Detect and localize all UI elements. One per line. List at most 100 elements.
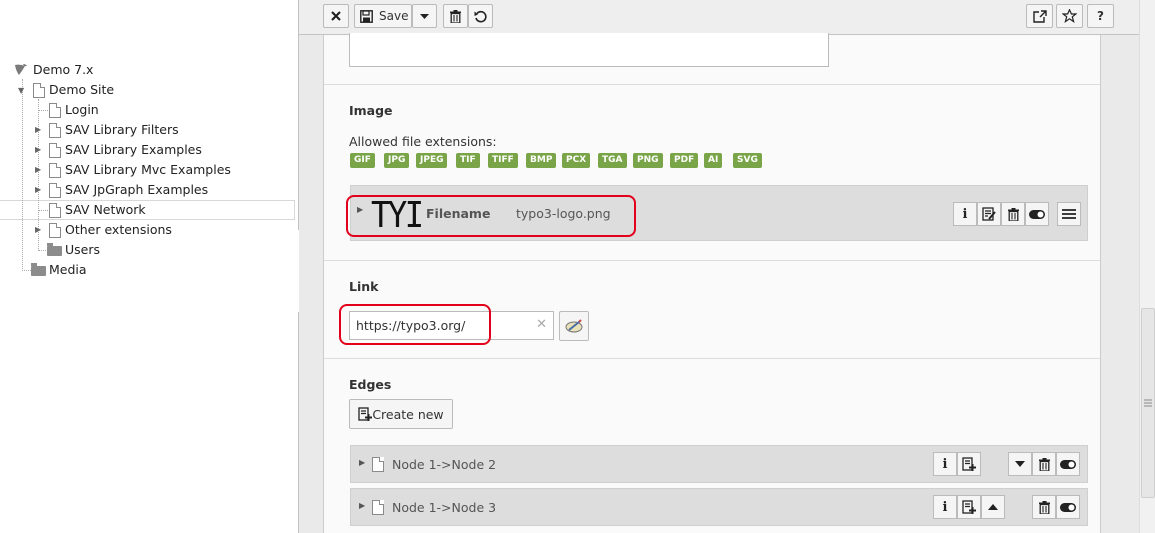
record-icon: [372, 500, 384, 515]
create-new-button[interactable]: Create new: [349, 399, 453, 429]
page-icon: [49, 143, 61, 158]
record-toggle-button[interactable]: [1056, 452, 1080, 476]
tree-item-sav-library-filters[interactable]: ▶ SAV Library Filters: [34, 121, 254, 139]
expand-arrow-icon[interactable]: ▼: [18, 82, 24, 100]
extension-badge: JPG: [384, 153, 410, 168]
arrow-down-icon: [1015, 461, 1025, 467]
tree-root-label: Demo 7.x: [33, 62, 94, 77]
tree-item-label: Login: [65, 102, 99, 117]
highlight-annotation: [346, 195, 636, 237]
page-icon: [49, 203, 61, 218]
extension-badge: TIFF: [488, 153, 518, 168]
tree-item-users[interactable]: Users: [34, 241, 274, 259]
section-divider: [324, 260, 1100, 261]
tree-item-label: Demo Site: [49, 82, 115, 97]
tree-item-sav-jpgraph-examples[interactable]: ▶ SAV JpGraph Examples: [34, 181, 274, 199]
undo-icon: [474, 10, 487, 22]
record-toggle-button[interactable]: [1056, 495, 1080, 519]
tree-item-label: SAV Library Filters: [65, 122, 179, 137]
expand-record-icon[interactable]: ▶: [359, 501, 365, 510]
record-new-after-button[interactable]: [957, 495, 981, 519]
tree-item-login[interactable]: Login: [34, 101, 254, 119]
tree-item-sav-network[interactable]: SAV Network: [34, 201, 274, 219]
collapse-arrow-icon[interactable]: ▶: [35, 181, 41, 199]
drag-handle-icon: [1062, 209, 1076, 219]
tree-item-other-extensions[interactable]: ▶ Other extensions: [34, 221, 274, 239]
tree-item-label: Users: [65, 242, 101, 257]
delete-file-button[interactable]: [1001, 202, 1025, 226]
collapse-arrow-icon[interactable]: ▶: [35, 121, 41, 139]
collapse-arrow-icon[interactable]: ▶: [35, 141, 41, 159]
undo-button[interactable]: [468, 4, 493, 28]
tree-item-sav-library-examples[interactable]: ▶ SAV Library Examples: [34, 141, 254, 159]
tree-item-sav-library-mvc-examples[interactable]: ▶ SAV Library Mvc Examples: [34, 161, 274, 179]
info-icon: i: [962, 206, 968, 222]
record-new-after-button[interactable]: [957, 452, 981, 476]
expand-record-icon[interactable]: ▶: [359, 458, 365, 467]
add-record-icon: [962, 500, 976, 514]
edge-record[interactable]: ▶ Node 1->Node 2 i: [350, 445, 1088, 483]
info-icon: i: [942, 456, 948, 472]
record-delete-button[interactable]: [1032, 495, 1056, 519]
clear-icon[interactable]: ✕: [536, 317, 547, 332]
tree-item-media[interactable]: Media: [18, 261, 258, 279]
page-icon: [49, 103, 61, 118]
extension-badge: BMP: [526, 153, 557, 168]
image-field-label: Image: [349, 103, 393, 118]
record-delete-button[interactable]: [1032, 452, 1056, 476]
floppy-disk-icon: [360, 9, 373, 23]
close-button[interactable]: [323, 4, 349, 28]
extension-badge: TIF: [456, 153, 480, 168]
toggle-visibility-button[interactable]: [1025, 202, 1049, 226]
page-icon: [33, 83, 45, 98]
vertical-scrollbar[interactable]: [1139, 0, 1155, 533]
caret-down-icon: [420, 13, 429, 19]
extension-badge: GIF: [350, 153, 375, 168]
textarea-field[interactable]: [349, 33, 829, 67]
external-link-icon: [1032, 9, 1047, 23]
toggle-icon: [1060, 502, 1076, 512]
edges-field-label: Edges: [349, 377, 392, 392]
trash-icon: [450, 9, 461, 23]
toggle-icon: [1029, 209, 1045, 219]
info-button[interactable]: i: [953, 202, 977, 226]
extension-badge: JPEG: [416, 153, 448, 168]
save-button[interactable]: Save: [354, 4, 412, 28]
drag-handle-button[interactable]: [1057, 202, 1081, 226]
bookmark-button[interactable]: [1056, 4, 1083, 28]
tree-item-label: Other extensions: [65, 222, 172, 237]
open-new-window-button[interactable]: [1026, 4, 1053, 28]
edge-record[interactable]: ▶ Node 1->Node 3 i: [350, 488, 1088, 526]
trash-icon: [1007, 207, 1019, 221]
move-down-button[interactable]: [1008, 452, 1032, 476]
page-icon: [49, 183, 61, 198]
collapse-arrow-icon[interactable]: ▶: [35, 161, 41, 179]
scrollbar-thumb[interactable]: [1141, 308, 1155, 498]
save-dropdown-button[interactable]: [412, 4, 437, 28]
move-up-button[interactable]: [981, 495, 1005, 519]
info-icon: i: [942, 499, 948, 515]
collapse-arrow-icon[interactable]: ▶: [35, 221, 41, 239]
record-info-button[interactable]: i: [933, 495, 957, 519]
section-divider: [324, 358, 1100, 359]
form-panel: Image Allowed file extensions: GIF JPG J…: [323, 33, 1101, 533]
extension-badge: PDF: [670, 153, 699, 168]
tree-item-demo-site[interactable]: ▼ Demo Site: [18, 81, 218, 99]
record-info-button[interactable]: i: [933, 452, 957, 476]
create-new-label: Create new: [372, 406, 444, 422]
tree-item-label: SAV JpGraph Examples: [65, 182, 209, 197]
extension-badge: PCX: [562, 153, 591, 168]
edit-metadata-button[interactable]: [977, 202, 1001, 226]
tree-root[interactable]: Demo 7.x: [14, 61, 214, 79]
tree-item-label: Media: [49, 262, 87, 277]
help-button[interactable]: ?: [1087, 4, 1114, 28]
link-wizard-button[interactable]: [559, 311, 589, 341]
link-wizard-icon: [565, 319, 583, 333]
section-divider: [324, 84, 1100, 85]
main-content: Image Allowed file extensions: GIF JPG J…: [299, 33, 1139, 533]
record-title: Node 1->Node 3: [392, 500, 497, 515]
delete-button[interactable]: [443, 4, 468, 28]
record-title: Node 1->Node 2: [392, 457, 497, 472]
page-icon: [49, 163, 61, 178]
tree-item-label: SAV Library Examples: [65, 142, 202, 157]
